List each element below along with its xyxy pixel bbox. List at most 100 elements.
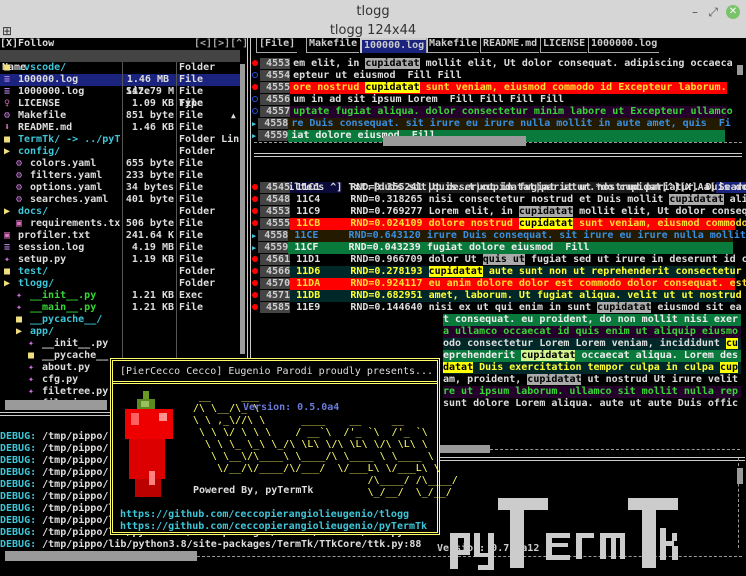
file-name[interactable]: cfg.py xyxy=(42,374,78,386)
file-name[interactable]: 1000000.log xyxy=(18,86,84,98)
marker-filled-icon[interactable] xyxy=(252,256,258,262)
marker-filled-icon[interactable] xyxy=(252,184,258,190)
file-name[interactable]: Makefile xyxy=(18,110,66,122)
result-row[interactable]: am, proident, cupidatat ut nostrud Ut ir… xyxy=(443,374,741,386)
link-tlogg[interactable]: https://github.com/ceccopierangiolieugen… xyxy=(120,509,409,521)
bookmark-arrow-icon[interactable]: ▶ xyxy=(252,120,256,128)
file-name[interactable]: colors.yaml xyxy=(30,158,96,170)
result-row[interactable]: 4553 11C9 RND=0.769277 Lorem elit, in cu… xyxy=(252,206,746,218)
result-id: 11C1 xyxy=(290,182,351,193)
tab-readme-md[interactable]: README.md xyxy=(480,38,540,53)
file-name[interactable]: TermTk/ -> ../pyT xyxy=(18,134,120,146)
result-row[interactable]: 4548 11C4 RND=0.318265 nisi consectetur … xyxy=(252,194,746,206)
log-line: DEBUG: /tmp/pippo/ xyxy=(0,479,108,491)
result-row[interactable]: 4555 11CB RND=0.024109 dolore nostrud cu… xyxy=(252,218,746,230)
minimize-button[interactable]: – xyxy=(692,0,698,24)
marker-filled-icon[interactable] xyxy=(252,292,258,298)
result-row[interactable]: eprehenderit cupidatat occaecat aliqua. … xyxy=(443,350,741,362)
result-row[interactable]: 4561 11D1 RND=0.966709 dolor Ut quis ut … xyxy=(252,254,746,266)
link-pytermtk[interactable]: https://github.com/ceccopierangiolieugen… xyxy=(120,521,427,533)
file-name[interactable]: searches.yaml xyxy=(30,194,108,206)
file-name[interactable]: about.py xyxy=(42,362,90,374)
line-number: 4545 xyxy=(260,182,291,193)
file-name[interactable]: config/ xyxy=(18,146,60,158)
result-text: 11D6 RND=0.278193 cupidatat aute sunt no… xyxy=(290,266,742,278)
maximize-button[interactable]: ⤢ xyxy=(708,0,718,24)
file-license-icon: ♀ xyxy=(4,98,11,109)
filetree-nav-buttons[interactable]: [<][>][^] xyxy=(194,38,248,50)
file-name[interactable]: options.yaml xyxy=(30,182,102,194)
marker-filled-icon[interactable] xyxy=(252,196,258,202)
file-name[interactable]: requirements.tx xyxy=(30,218,120,230)
results-hscrollbar[interactable] xyxy=(440,445,490,453)
marker-empty-icon[interactable] xyxy=(252,108,258,114)
result-text: 11CB RND=0.024109 dolore nostrud cupidat… xyxy=(290,218,746,230)
result-row[interactable]: 4545 11C1 RND=0.355241 Ut deserunt in fu… xyxy=(252,182,746,194)
file-name[interactable]: __main__.py xyxy=(30,302,96,314)
file-name[interactable]: profiler.txt xyxy=(18,230,90,242)
marker-filled-icon[interactable] xyxy=(252,208,258,214)
file-name[interactable]: __init__.py xyxy=(30,290,96,302)
log-hscrollbar[interactable] xyxy=(5,551,197,561)
file-python-icon: ✦ xyxy=(28,362,35,373)
file-name[interactable]: __init__.py xyxy=(42,338,108,350)
marker-filled-icon[interactable] xyxy=(252,280,258,286)
result-row[interactable]: ▶ 4558 11CE RND=0.643120 irure Duis cons… xyxy=(252,230,746,242)
result-id: 11E9 xyxy=(290,302,351,313)
result-row[interactable]: 4585 11E9 RND=0.144640 nisi ex ut qui en… xyxy=(252,302,742,314)
result-row[interactable]: odo consectetur Lorem Lorem veniam, inci… xyxy=(443,338,741,350)
result-row[interactable]: re ut ipsum laborum. ullamco sit mollit … xyxy=(443,386,741,398)
file-name[interactable]: app/ xyxy=(30,326,54,338)
marker-filled-icon[interactable] xyxy=(252,84,258,90)
file-name[interactable]: test/ xyxy=(18,266,48,278)
result-row[interactable]: sunt dolore Lorem aliqua. aute ut aute D… xyxy=(443,398,741,410)
line-number: 4559 xyxy=(258,242,289,253)
file-name[interactable]: 100000.log xyxy=(18,74,78,86)
result-row[interactable]: ▶ 4559 11CF RND=0.043239 fugiat dolore e… xyxy=(252,242,734,254)
bookmark-arrow-icon[interactable]: ▶ xyxy=(252,232,256,240)
tab-100000-log[interactable]: 100000.log xyxy=(360,38,429,53)
tab-license[interactable]: LICENSE xyxy=(540,38,588,53)
result-row[interactable]: a ullamco occaecat id quis enim ut aliqu… xyxy=(443,326,741,338)
file-log-file-icon: ≡ xyxy=(4,86,11,97)
bookmark-arrow-icon[interactable]: ▶ xyxy=(252,132,256,140)
result-row[interactable]: 4570 11DA RND=0.924117 eu anim dolore do… xyxy=(252,278,746,290)
marker-filled-icon[interactable] xyxy=(252,304,258,310)
marker-filled-icon[interactable] xyxy=(252,60,258,66)
file-name[interactable]: __pycache__/ xyxy=(30,314,102,326)
filetree-hscrollbar[interactable] xyxy=(5,400,107,410)
file-name[interactable]: LICENSE xyxy=(18,98,60,110)
tab-makefile[interactable]: Makefile xyxy=(426,38,480,53)
marker-empty-icon[interactable] xyxy=(252,72,258,78)
result-row[interactable]: 4566 11D6 RND=0.278193 cupidatat aute su… xyxy=(252,266,742,278)
viewer-hscrollbar[interactable] xyxy=(383,136,526,146)
result-text: 11C4 RND=0.318265 nisi consectetur nostr… xyxy=(290,194,746,206)
result-row[interactable]: 4571 11DB RND=0.682951 amet, laborum. Ut… xyxy=(252,290,742,302)
file-name[interactable]: filetree.py xyxy=(42,386,108,398)
result-row[interactable]: datat Duis exercitation tempor culpa in … xyxy=(443,362,741,374)
file-name[interactable]: README.md xyxy=(18,122,72,134)
follow-toggle[interactable]: [X]Follow xyxy=(0,38,54,50)
file-name[interactable]: setup.py xyxy=(18,254,66,266)
file-name[interactable]: .vscode/ xyxy=(18,62,66,74)
marker-filled-icon[interactable] xyxy=(252,220,258,226)
viewer-vscrollbar[interactable] xyxy=(737,65,743,75)
filetree-vscrollbar[interactable] xyxy=(240,64,245,354)
bookmark-arrow-icon[interactable]: ▶ xyxy=(252,244,256,252)
file-name[interactable]: session.log xyxy=(18,242,84,254)
filetree-row[interactable]: ≡ 100000.log 1.46 MB File xyxy=(0,74,240,86)
file-name[interactable]: tlogg/ xyxy=(18,278,54,290)
marker-empty-icon[interactable] xyxy=(252,96,258,102)
about-dialog[interactable]: [PierCecco Cecco] Eugenio Parodi proudly… xyxy=(110,358,458,535)
result-row[interactable]: t consequat. eu proident, do non mollit … xyxy=(443,314,741,326)
tab-makefile[interactable]: Makefile xyxy=(306,38,360,53)
layout-grid-icon[interactable]: ⊞ xyxy=(2,24,12,38)
file-name[interactable]: docs/ xyxy=(18,206,48,218)
tab--file-[interactable]: [File] xyxy=(256,38,298,53)
file-name[interactable]: __pycache__ xyxy=(42,350,108,362)
tab-1000000-log[interactable]: 1000000.log xyxy=(588,38,660,53)
marker-filled-icon[interactable] xyxy=(252,268,258,274)
close-button[interactable]: ✕ xyxy=(726,5,740,19)
logo-vscrollbar[interactable] xyxy=(737,468,743,484)
file-name[interactable]: filters.yaml xyxy=(30,170,102,182)
